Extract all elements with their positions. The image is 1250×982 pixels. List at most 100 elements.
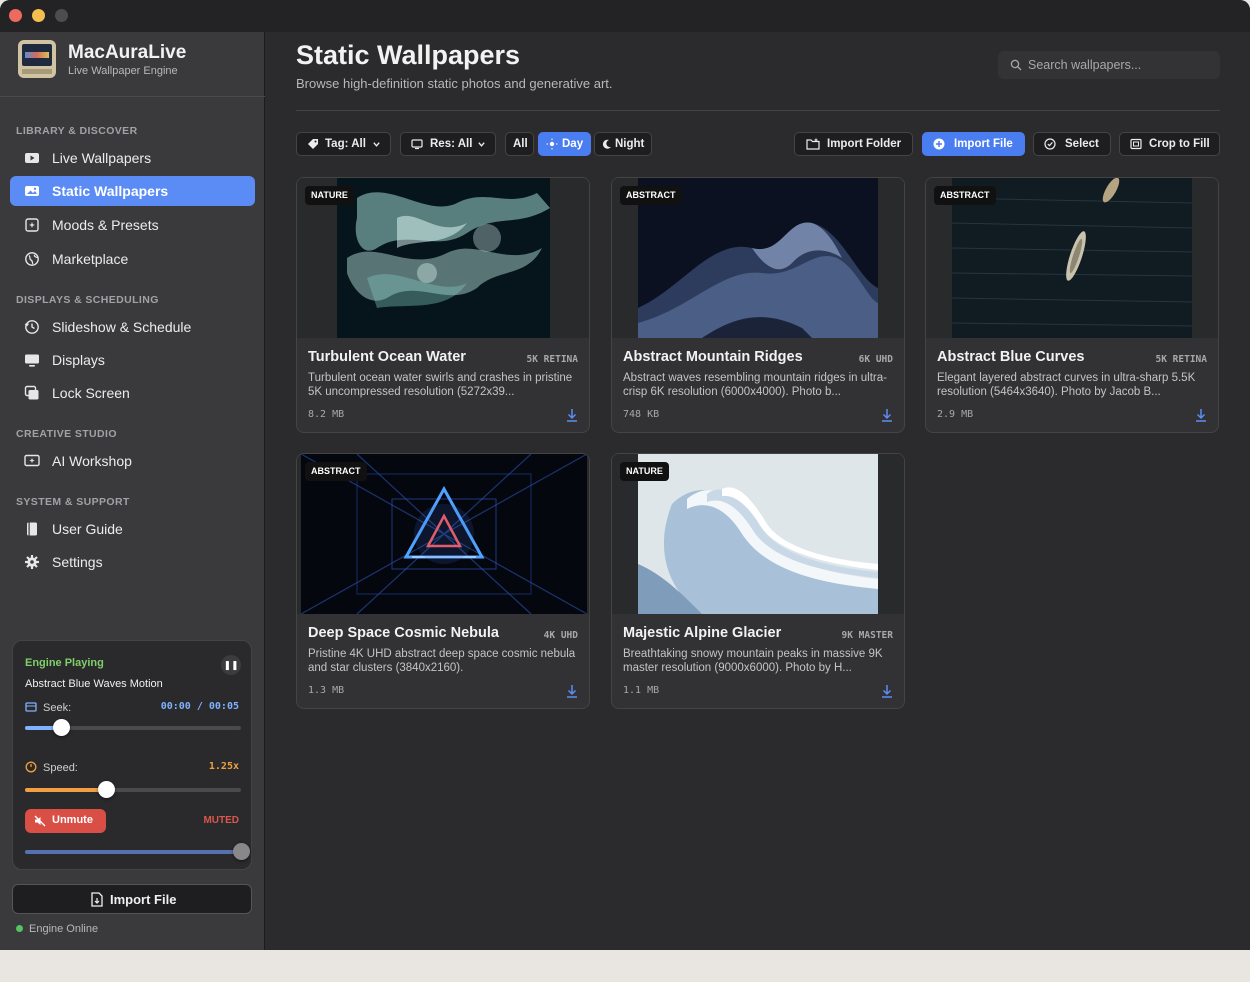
speed-slider[interactable] [25, 781, 241, 798]
file-size: 1.1 MB [623, 685, 660, 696]
pause-button[interactable]: ❚❚ [221, 655, 241, 675]
seek-slider-thumb[interactable] [53, 719, 70, 736]
wallpaper-title: Abstract Mountain Ridges [623, 349, 803, 365]
film-icon [25, 702, 37, 712]
speed-icon [25, 761, 37, 773]
wallpaper-description: Pristine 4K UHD abstract deep space cosm… [308, 648, 576, 674]
file-size: 2.9 MB [937, 409, 974, 420]
header-divider [296, 110, 1220, 111]
wallpaper-thumbnail: ABSTRACT [612, 178, 904, 338]
page-subtitle: Browse high-definition static photos and… [296, 76, 613, 91]
wallpaper-card[interactable]: ABSTRACT Abstract Mountain Ridges 6K UHD… [611, 177, 905, 433]
file-size: 748 KB [623, 409, 660, 420]
volume-slider-fill [25, 850, 241, 854]
seek-slider[interactable] [25, 719, 241, 736]
tag-icon [308, 139, 318, 149]
volume-slider[interactable] [25, 843, 250, 860]
import-folder-button[interactable]: Import Folder [794, 132, 913, 156]
tag-filter-dropdown[interactable]: Tag: All [296, 132, 391, 156]
sidebar-item-slideshow-schedule[interactable]: Slideshow & Schedule [10, 312, 255, 342]
close-window-button[interactable] [9, 9, 22, 22]
wallpaper-card[interactable]: ABSTRACT Abstract Blue Curves 5K RETINA … [925, 177, 1219, 433]
download-icon[interactable] [566, 684, 578, 698]
gear-icon [25, 555, 39, 569]
sidebar-item-moods-presets[interactable]: Moods & Presets [10, 210, 255, 240]
filter-day-button[interactable]: Day [538, 132, 591, 156]
book-icon [27, 522, 37, 536]
wallpaper-card[interactable]: ABSTRACT Deep Space Cosmic Nebula 4K UHD… [296, 453, 590, 709]
category-tag: ABSTRACT [620, 186, 682, 205]
app-name: MacAuraLive [68, 42, 187, 63]
seek-time: 00:00 / 00:05 [160, 701, 239, 712]
zoom-window-button[interactable] [55, 9, 68, 22]
page-title: Static Wallpapers [296, 40, 521, 70]
wallpaper-description: Abstract waves resembling mountain ridge… [623, 372, 887, 398]
sidebar-item-label: Live Wallpapers [52, 150, 152, 166]
wallpaper-title: Majestic Alpine Glacier [623, 625, 782, 641]
speed-slider-fill [25, 788, 106, 792]
search-input[interactable]: Search wallpapers... [998, 51, 1220, 79]
import-file-button[interactable]: Import File [922, 132, 1025, 156]
download-icon[interactable] [1195, 408, 1207, 422]
muted-label: MUTED [203, 815, 239, 826]
sidebar-item-label: Marketplace [52, 251, 129, 267]
image-icon [25, 186, 39, 196]
volume-slider-thumb[interactable] [233, 843, 250, 860]
search-placeholder: Search wallpapers... [1028, 58, 1142, 72]
sidebar-item-ai-workshop[interactable]: AI Workshop [10, 446, 255, 476]
filter-all-button[interactable]: All [505, 132, 534, 156]
resolution-badge: 5K RETINA [1155, 354, 1207, 365]
brand-header: MacAuraLive Live Wallpaper Engine [0, 32, 265, 97]
sidebar-item-lock-screen[interactable]: Lock Screen [10, 378, 255, 408]
sun-icon [546, 138, 558, 150]
app-subtitle: Live Wallpaper Engine [68, 65, 178, 77]
wallpaper-title: Turbulent Ocean Water [308, 349, 466, 365]
chevron-down-icon [478, 142, 485, 147]
wallpaper-description: Elegant layered abstract curves in ultra… [937, 372, 1196, 398]
download-icon[interactable] [881, 684, 893, 698]
section-label-library: LIBRARY & DISCOVER [16, 125, 138, 137]
app-window: MacAuraLive Live Wallpaper Engine LIBRAR… [0, 0, 1250, 950]
main-content: Static Wallpapers Browse high-definition… [266, 32, 1250, 950]
sidebar-item-live-wallpapers[interactable]: Live Wallpapers [10, 143, 255, 173]
file-size: 8.2 MB [308, 409, 345, 420]
sidebar-item-label: Moods & Presets [52, 217, 159, 233]
sidebar-item-label: Lock Screen [52, 385, 130, 401]
sidebar-import-file-button[interactable]: Import File [12, 884, 252, 914]
sidebar-item-marketplace[interactable]: Marketplace [10, 244, 255, 274]
resolution-badge: 6K UHD [858, 354, 893, 365]
sidebar-item-user-guide[interactable]: User Guide [10, 514, 255, 544]
download-icon[interactable] [566, 408, 578, 422]
speed-label: Speed: [25, 761, 78, 774]
sidebar: MacAuraLive Live Wallpaper Engine LIBRAR… [0, 32, 265, 950]
minimize-window-button[interactable] [32, 9, 45, 22]
title-bar [0, 0, 1250, 32]
sidebar-item-displays[interactable]: Displays [10, 345, 255, 375]
download-icon[interactable] [881, 408, 893, 422]
wallpaper-thumbnail: ABSTRACT [297, 454, 589, 614]
chevron-down-icon [373, 142, 380, 147]
wallpaper-card[interactable]: NATURE Majestic Alpine Glacier 9K MASTER… [611, 453, 905, 709]
speed-value: 1.25x [208, 761, 239, 772]
seek-label: Seek: [25, 701, 71, 714]
crop-icon [1130, 138, 1142, 150]
wallpaper-card[interactable]: NATURE Turbulent Ocean Water 5K RETINA T… [296, 177, 590, 433]
filter-night-button[interactable]: Night [594, 132, 652, 156]
speaker-muted-icon [34, 815, 46, 827]
unmute-button[interactable]: Unmute [25, 809, 106, 833]
speed-slider-thumb[interactable] [98, 781, 115, 798]
monitor-icon [25, 354, 39, 367]
sidebar-item-static-wallpapers[interactable]: Static Wallpapers [10, 176, 255, 206]
app-logo [18, 40, 56, 78]
folder-icon [806, 138, 820, 150]
play-icon [25, 153, 39, 163]
res-filter-dropdown[interactable]: Res: All [400, 132, 496, 156]
wallpaper-title: Abstract Blue Curves [937, 349, 1085, 365]
wallpaper-description: Turbulent ocean water swirls and crashes… [308, 372, 573, 398]
moon-icon [602, 139, 611, 149]
sidebar-item-settings[interactable]: Settings [10, 547, 255, 577]
select-button[interactable]: Select [1033, 132, 1111, 156]
crop-to-fill-button[interactable]: Crop to Fill [1119, 132, 1220, 156]
current-track: Abstract Blue Waves Motion [25, 678, 163, 690]
sparkle-icon [25, 218, 39, 232]
